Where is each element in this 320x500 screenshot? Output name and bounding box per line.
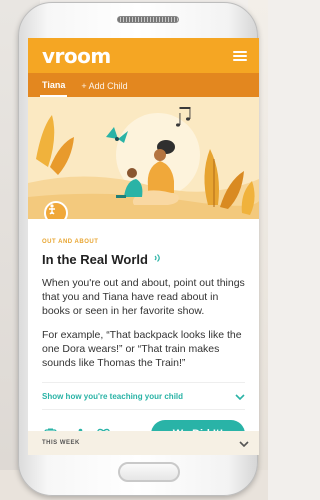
activity-example: For example, “That backpack looks like t… [42, 329, 242, 369]
tab-tiana[interactable]: Tiana [40, 74, 68, 97]
this-week-label: THIS WEEK [42, 440, 80, 446]
activity-category: OUT AND ABOUT [42, 239, 99, 245]
chevron-down-icon [239, 434, 249, 452]
app-header: vroom [28, 38, 259, 73]
teaching-expander[interactable]: Show how you're teaching your child [42, 382, 245, 410]
vroom-logo: vroom [42, 43, 111, 68]
activity-description: When you're out and about, point out thi… [42, 277, 245, 317]
audio-icon[interactable] [153, 250, 163, 268]
activity-title: In the Real World [42, 251, 148, 267]
activity-title-row: In the Real World [42, 250, 245, 268]
chevron-down-icon [235, 387, 245, 405]
app-screen: vroom Tiana + Add Child OUT AND ABOUT In… [28, 38, 259, 455]
phone-home-button[interactable] [118, 462, 180, 482]
phone-speaker [117, 16, 179, 23]
illustration-art [28, 97, 259, 219]
this-week-bar[interactable]: THIS WEEK [28, 431, 259, 455]
child-tabs: Tiana + Add Child [28, 73, 259, 97]
menu-icon[interactable] [233, 50, 247, 61]
activity-illustration [28, 97, 259, 219]
tab-add-child[interactable]: + Add Child [79, 75, 129, 96]
category-badge-icon [44, 201, 68, 219]
teaching-label: Show how you're teaching your child [42, 391, 184, 401]
activity-content: OUT AND ABOUT In the Real World When you… [28, 219, 259, 370]
